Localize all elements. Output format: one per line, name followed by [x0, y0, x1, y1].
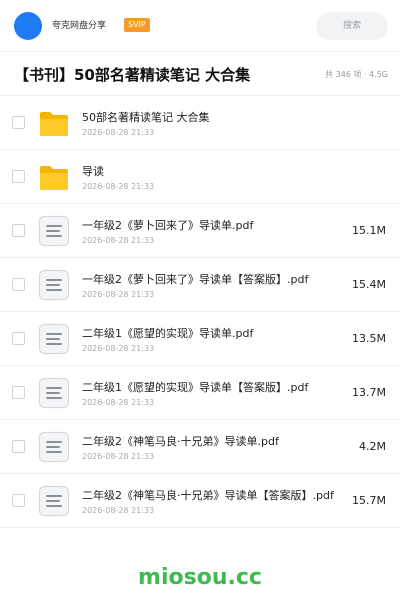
- avatar[interactable]: [14, 12, 42, 40]
- file-name: 50部名著精读笔记 大合集: [82, 111, 210, 124]
- file-row[interactable]: 二年级1《愿望的实现》导读单.pdf 2026-08-28 21:33 13.5M: [0, 312, 400, 366]
- file-date: 2026-08-28 21:33: [82, 452, 155, 461]
- file-row[interactable]: 一年级2《萝卜回来了》导读单【答案版】.pdf 2026-08-28 21:33 1…: [0, 258, 400, 312]
- file-date: 2026-08-28 21:33: [82, 290, 155, 299]
- row-checkbox[interactable]: [12, 386, 25, 399]
- file-date: 2026-08-28 21:33: [82, 344, 155, 353]
- svip-badge: SVIP: [124, 18, 150, 32]
- file-row[interactable]: 导读 2026-08-28 21:33: [0, 150, 400, 204]
- file-list: 50部名著精读笔记 大合集 2026-08-28 21:33 导读 2026-08-2…: [0, 96, 400, 528]
- file-row[interactable]: 二年级1《愿望的实现》导读单【答案版】.pdf 2026-08-28 21:33 1…: [0, 366, 400, 420]
- file-size: 4.2M: [359, 440, 386, 453]
- file-name: 二年级2《神笔马良·十兄弟》导读单.pdf: [82, 435, 279, 448]
- file-date: 2026-08-28 21:33: [82, 182, 155, 191]
- document-icon: [38, 431, 70, 463]
- file-row[interactable]: 一年级2《萝卜回来了》导读单.pdf 2026-08-28 21:33 15.1M: [0, 204, 400, 258]
- row-checkbox[interactable]: [12, 278, 25, 291]
- document-icon: [38, 215, 70, 247]
- file-date: 2026-08-28 21:33: [82, 506, 155, 515]
- folder-title-bar: 【书刊】50部名著精读笔记 大合集 共 346 项 · 4.5G: [0, 52, 400, 96]
- row-checkbox[interactable]: [12, 170, 25, 183]
- folder-meta: 共 346 项 · 4.5G: [325, 70, 388, 79]
- file-date: 2026-08-28 21:33: [82, 398, 155, 407]
- watermark: miosou.cc: [138, 565, 262, 590]
- row-checkbox[interactable]: [12, 224, 25, 237]
- file-row[interactable]: 二年级2《神笔马良·十兄弟》导读单.pdf 2026-08-28 21:33 4.2…: [0, 420, 400, 474]
- file-name: 二年级2《神笔马良·十兄弟》导读单【答案版】.pdf: [82, 489, 334, 502]
- file-name: 二年级1《愿望的实现》导读单【答案版】.pdf: [82, 381, 309, 394]
- row-checkbox[interactable]: [12, 332, 25, 345]
- user-name: 夸克网盘分享: [52, 21, 107, 31]
- file-size: 15.7M: [352, 494, 386, 507]
- row-checkbox[interactable]: [12, 440, 25, 453]
- top-bar: 夸克网盘分享 SVIP 搜索: [0, 0, 400, 52]
- document-icon: [38, 323, 70, 355]
- search-button[interactable]: 搜索: [316, 12, 388, 40]
- file-size: 15.1M: [352, 224, 386, 237]
- document-icon: [38, 377, 70, 409]
- row-checkbox[interactable]: [12, 116, 25, 129]
- file-row[interactable]: 50部名著精读笔记 大合集 2026-08-28 21:33: [0, 96, 400, 150]
- file-name: 二年级1《愿望的实现》导读单.pdf: [82, 327, 254, 340]
- file-size: 13.7M: [352, 386, 386, 399]
- row-checkbox[interactable]: [12, 494, 25, 507]
- folder-icon: [38, 161, 70, 193]
- file-date: 2026-08-28 21:33: [82, 128, 155, 137]
- file-size: 15.4M: [352, 278, 386, 291]
- file-row[interactable]: 二年级2《神笔马良·十兄弟》导读单【答案版】.pdf 2026-08-28 21:…: [0, 474, 400, 528]
- folder-icon: [38, 107, 70, 139]
- file-name: 一年级2《萝卜回来了》导读单【答案版】.pdf: [82, 273, 309, 286]
- document-icon: [38, 485, 70, 517]
- file-size: 13.5M: [352, 332, 386, 345]
- document-icon: [38, 269, 70, 301]
- file-date: 2026-08-28 21:33: [82, 236, 155, 245]
- file-name: 一年级2《萝卜回来了》导读单.pdf: [82, 219, 254, 232]
- page-title: 【书刊】50部名著精读笔记 大合集: [14, 66, 251, 84]
- file-name: 导读: [82, 165, 104, 178]
